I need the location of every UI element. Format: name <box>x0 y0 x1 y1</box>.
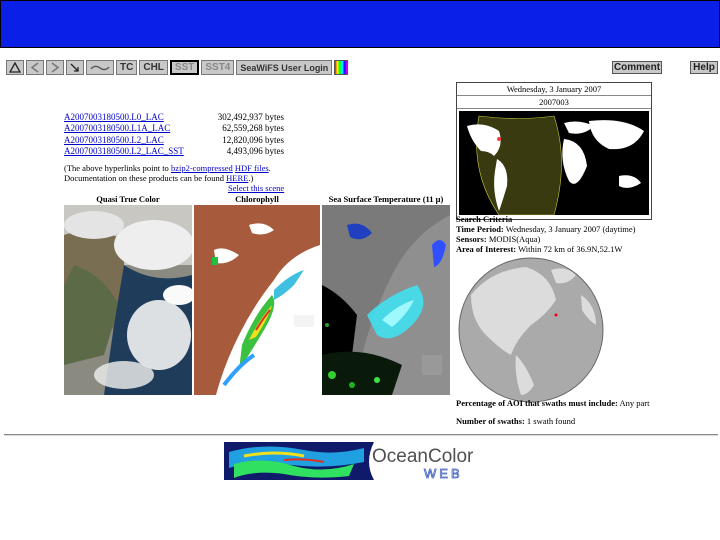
sst-image[interactable] <box>322 205 450 395</box>
select-scene-link[interactable]: Select this scene <box>228 183 284 193</box>
time-period-value: Wednesday, 3 January 2007 (daytime) <box>505 224 636 234</box>
area-label: Area of Interest: <box>456 244 517 254</box>
true-color-image[interactable] <box>64 205 192 395</box>
back-arrow-icon[interactable] <box>26 60 44 75</box>
file-size: 302,492,937 bytes <box>217 112 284 122</box>
sst-button[interactable]: SST <box>169 60 200 75</box>
docs-here-link[interactable]: HERE <box>226 173 248 183</box>
tool-arrow-icon[interactable] <box>66 60 84 75</box>
criteria-heading: Search Criteria <box>456 214 513 224</box>
sensors-label: Sensors: <box>456 234 487 244</box>
bzip2-link[interactable]: bzip2-compressed <box>171 163 233 173</box>
wave-icon[interactable] <box>86 60 114 75</box>
file-size: 4,493,096 bytes <box>226 145 284 156</box>
tc-button-label: TC <box>120 62 134 73</box>
user-login-label: SeaWiFS User Login <box>240 62 329 73</box>
percentage-row: Percentage of AOI that swaths must inclu… <box>456 398 649 408</box>
file-link[interactable]: A2007003180500.L2_LAC <box>64 135 164 146</box>
sst4-button-label: SST4 <box>205 62 231 73</box>
forward-arrow-icon[interactable] <box>46 60 64 75</box>
file-size: 12,820,096 bytes <box>222 134 284 145</box>
percentage-label: Percentage of AOI that swaths must inclu… <box>456 398 618 408</box>
note-text: . <box>268 163 271 173</box>
chlorophyll-label: Chlorophyll <box>235 194 279 204</box>
sensors-value: MODIS(Aqua) <box>488 234 541 244</box>
true-color-label: Quasi True Color <box>96 194 160 204</box>
logo-text-oceancolor: OceanColor <box>372 446 474 467</box>
globe-map[interactable] <box>456 255 606 405</box>
time-period-label: Time Period: <box>456 224 504 234</box>
file-row: A2007003180500.L2_LAC_SST 4,493,096 bytes <box>64 146 284 157</box>
file-size: 62,559,268 bytes <box>222 123 284 134</box>
toolbar: TC CHL SST SST4 SeaWiFS User Login <box>6 59 349 76</box>
chlorophyll-image[interactable] <box>194 205 320 395</box>
date-short[interactable]: 2007003 <box>457 96 651 109</box>
note-text: .) <box>248 173 254 183</box>
divider <box>4 434 718 436</box>
tc-button[interactable]: TC <box>116 60 138 75</box>
file-note: (The above hyperlinks point to bzip2-com… <box>64 163 271 183</box>
comment-button[interactable]: Comment <box>612 61 662 74</box>
top-banner <box>0 0 720 48</box>
search-criteria: Search Criteria Time Period: Wednesday, … <box>456 214 636 254</box>
world-map[interactable] <box>459 111 649 216</box>
swaths-row: Number of swaths: 1 swath found <box>456 416 575 426</box>
sst-label: Sea Surface Temperature (11 μ) <box>328 194 444 204</box>
chl-button[interactable]: CHL <box>139 60 168 75</box>
oceancolor-logo[interactable]: OceanColor WEB <box>224 442 498 480</box>
file-link[interactable]: A2007003180500.L0_LAC <box>64 112 164 123</box>
file-row: A2007003180500.L0_LAC 302,492,937 bytes <box>64 112 284 123</box>
sst-button-label: SST <box>174 62 195 73</box>
file-list: A2007003180500.L0_LAC 302,492,937 bytes A… <box>64 112 284 157</box>
file-row: A2007003180500.L2_LAC 12,820,096 bytes <box>64 135 284 146</box>
logo-text-web: WEB <box>424 466 463 480</box>
hdf-files-link[interactable]: HDF files <box>235 163 269 173</box>
home-triangle-icon[interactable] <box>6 60 24 75</box>
note-text: (The above hyperlinks point to <box>64 163 171 173</box>
file-row: A2007003180500.L1A_LAC 62,559,268 bytes <box>64 123 284 134</box>
date-long: Wednesday, 3 January 2007 <box>457 83 651 96</box>
user-login-button[interactable]: SeaWiFS User Login <box>236 60 333 75</box>
area-value: Within 72 km of 36.9N,52.1W <box>518 244 623 254</box>
file-link[interactable]: A2007003180500.L2_LAC_SST <box>64 146 184 157</box>
file-link[interactable]: A2007003180500.L1A_LAC <box>64 123 170 134</box>
swaths-label: Number of swaths: <box>456 416 525 426</box>
sst4-button[interactable]: SST4 <box>201 60 235 75</box>
swaths-value: 1 swath found <box>526 416 576 426</box>
percentage-value[interactable]: Any part <box>619 398 649 408</box>
date-map-box: Wednesday, 3 January 2007 2007003 <box>456 82 652 220</box>
note-text: Documentation on these products can be f… <box>64 173 227 183</box>
comment-label: Comment <box>613 62 661 73</box>
help-button[interactable]: Help <box>690 61 718 74</box>
chl-button-label: CHL <box>143 62 164 73</box>
help-label: Help <box>693 62 715 73</box>
rainbow-icon[interactable] <box>334 60 349 75</box>
